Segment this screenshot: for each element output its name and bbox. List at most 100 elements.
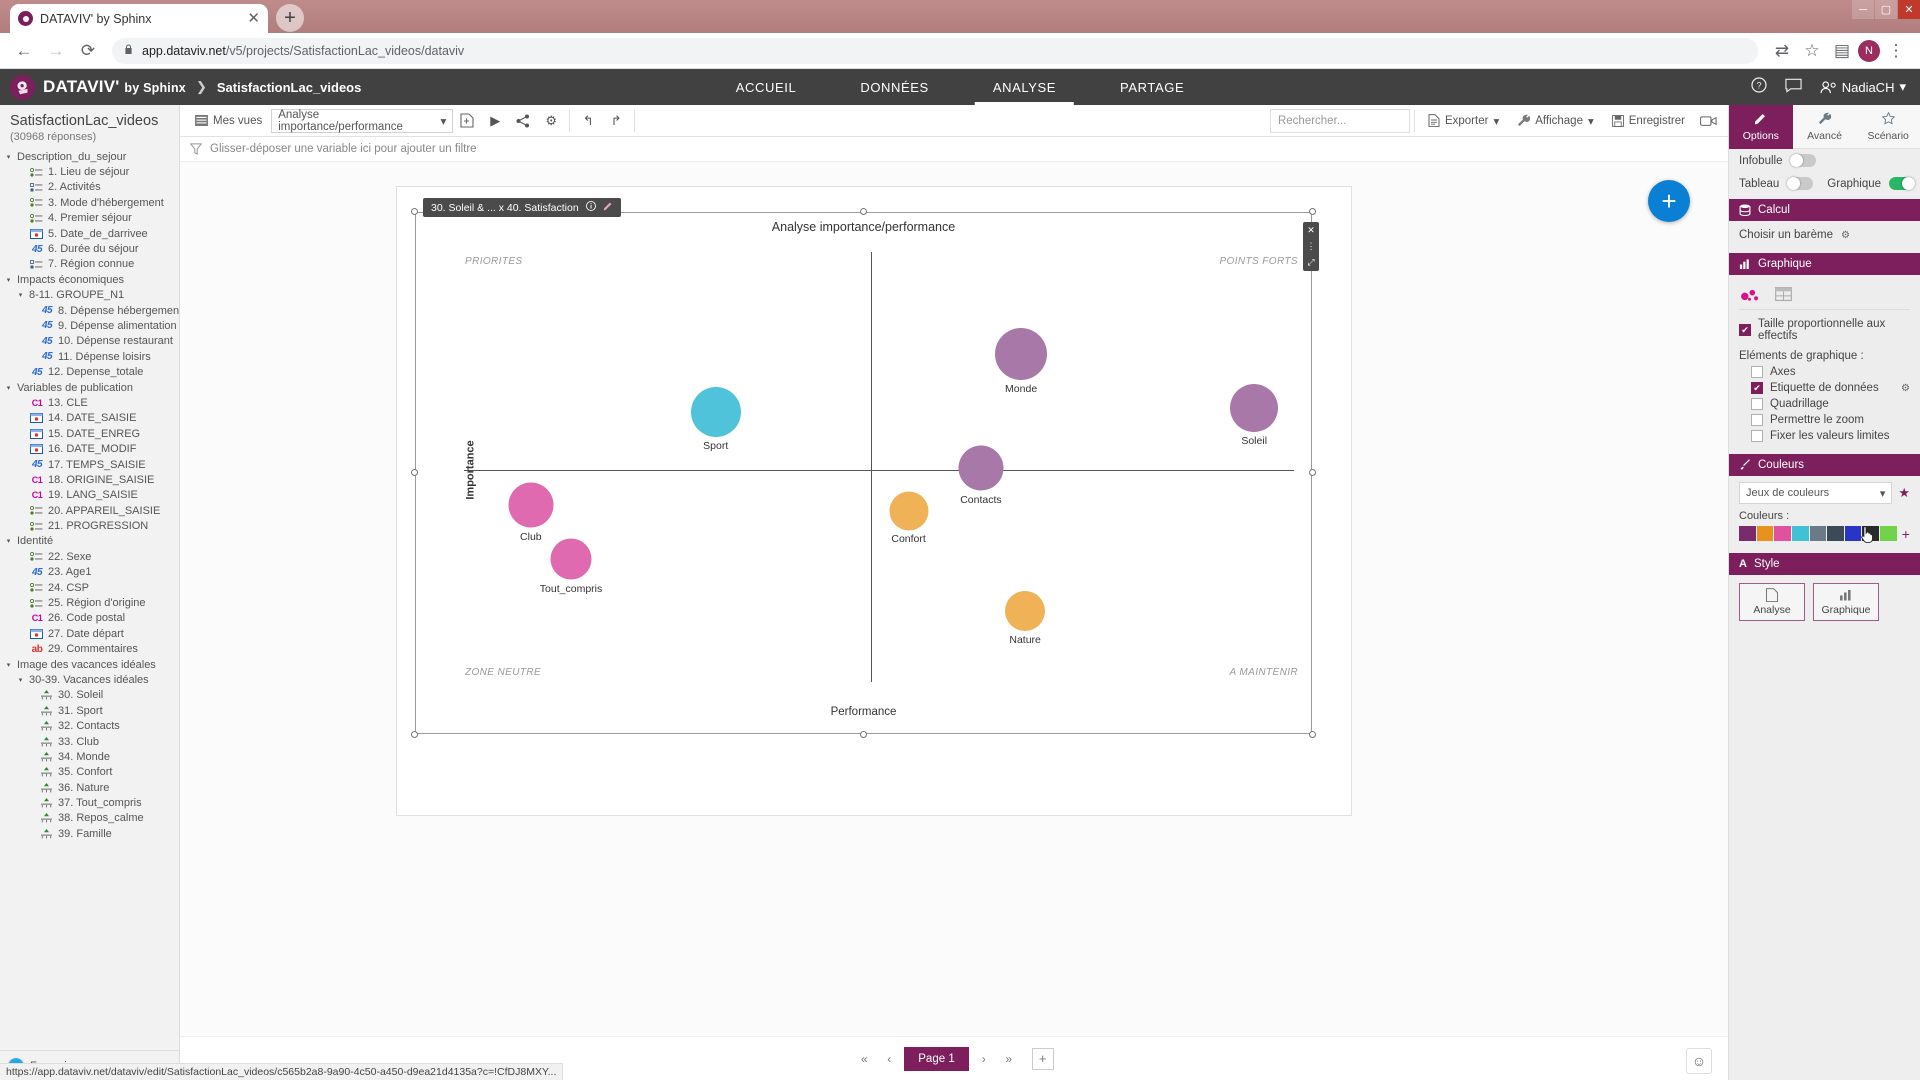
browser-tab[interactable]: DATAVIV' by Sphinx ✕ bbox=[10, 4, 268, 33]
video-icon[interactable] bbox=[1694, 109, 1722, 133]
color-swatch-7[interactable] bbox=[1862, 526, 1880, 541]
tree-variable[interactable]: 1. Lieu de séjour bbox=[0, 164, 179, 179]
color-set-select[interactable]: Jeux de couleurs ▾ bbox=[1739, 482, 1893, 504]
element-zoom-row[interactable]: Permettre le zoom bbox=[1739, 412, 1910, 428]
add-page-button[interactable]: + bbox=[1031, 1047, 1054, 1070]
bubble-nature[interactable] bbox=[1005, 591, 1046, 632]
resize-handle-tr[interactable] bbox=[1309, 208, 1316, 215]
tree-variable[interactable]: C1 18. ORIGINE_SAISIE bbox=[0, 472, 179, 487]
proportional-size-row[interactable]: ✔ Taille proportionnelle aux effectifs bbox=[1739, 316, 1910, 344]
redo-icon[interactable]: ↱ bbox=[602, 109, 630, 133]
close-icon[interactable]: ✕ bbox=[247, 11, 260, 26]
tree-variable[interactable]: ab 29. Commentaires bbox=[0, 642, 179, 657]
tree-variable[interactable]: 2. Activités bbox=[0, 180, 179, 195]
tree-variable[interactable]: 7. Région connue bbox=[0, 257, 179, 272]
search-input[interactable]: Rechercher... bbox=[1269, 108, 1410, 133]
tree-variable[interactable]: 34. Monde bbox=[0, 749, 179, 764]
tree-variable[interactable]: 45 9. Dépense alimentation bbox=[0, 318, 179, 333]
add-widget-fab[interactable]: + bbox=[1648, 180, 1690, 222]
section-graphique[interactable]: Graphique bbox=[1729, 253, 1920, 275]
infobulle-toggle[interactable] bbox=[1790, 154, 1817, 167]
tree-variable[interactable]: C1 13. CLE bbox=[0, 395, 179, 410]
tree-variable[interactable]: 20. APPAREIL_SAISIE bbox=[0, 503, 179, 518]
color-swatch-3[interactable] bbox=[1791, 526, 1809, 541]
bubble-sport[interactable] bbox=[690, 387, 741, 438]
play-button[interactable]: ▶ bbox=[481, 109, 509, 133]
resize-handle-t[interactable] bbox=[859, 208, 867, 215]
resize-handle-br[interactable] bbox=[1309, 731, 1316, 738]
expand-caret-icon[interactable]: ▾ bbox=[16, 291, 25, 299]
tree-group[interactable]: ▾ Impacts économiques bbox=[0, 272, 179, 287]
tree-group[interactable]: ▾ Variables de publication bbox=[0, 380, 179, 395]
chart-widget[interactable]: 30. Soleil & ... x 40. Satisfaction ✕ ⋮ … bbox=[411, 198, 1319, 738]
settings-gear-icon[interactable]: ⚙ bbox=[537, 109, 565, 133]
tree-variable[interactable]: 25. Région d'origine bbox=[0, 595, 179, 610]
tree-variable[interactable]: 21. PROGRESSION bbox=[0, 518, 179, 533]
share-icon[interactable] bbox=[509, 109, 537, 133]
profile-avatar[interactable]: N bbox=[1858, 39, 1880, 62]
app-logo[interactable]: DATAVIV' by Sphinx bbox=[0, 72, 186, 102]
style-analyse-button[interactable]: Analyse bbox=[1739, 583, 1805, 621]
color-swatch-2[interactable] bbox=[1774, 526, 1791, 541]
help-icon[interactable]: ? bbox=[1751, 77, 1767, 97]
table-view-icon[interactable] bbox=[1773, 285, 1793, 303]
tab-scenario[interactable]: Scénario bbox=[1856, 105, 1920, 149]
tree-group[interactable]: ▾ 8-11. GROUPE_N1 bbox=[0, 288, 179, 303]
color-swatch-6[interactable] bbox=[1844, 526, 1862, 541]
export-button[interactable]: Exporter ▾ bbox=[1419, 109, 1508, 133]
tree-group[interactable]: ▾ 30-39. Vacances idéales bbox=[0, 672, 179, 687]
style-graphique-button[interactable]: Graphique bbox=[1813, 583, 1879, 621]
resize-handle-r[interactable] bbox=[1309, 469, 1316, 476]
axes-checkbox[interactable] bbox=[1751, 366, 1763, 378]
edit-pencil-icon[interactable] bbox=[603, 201, 613, 214]
bubble-soleil[interactable] bbox=[1230, 384, 1279, 433]
chat-icon[interactable] bbox=[1785, 78, 1802, 97]
tree-variable[interactable]: 32. Contacts bbox=[0, 718, 179, 733]
resize-handle-b[interactable] bbox=[859, 731, 867, 738]
display-button[interactable]: Affichage ▾ bbox=[1508, 109, 1603, 133]
color-swatch-5[interactable] bbox=[1827, 526, 1844, 541]
info-icon[interactable] bbox=[585, 201, 596, 214]
tab-avance[interactable]: Avancé bbox=[1792, 105, 1857, 149]
tree-variable[interactable]: 24. CSP bbox=[0, 580, 179, 595]
nav-accueil[interactable]: ACCUEIL bbox=[704, 69, 829, 105]
resize-handle-bl[interactable] bbox=[411, 731, 418, 738]
section-style[interactable]: A Style bbox=[1729, 553, 1920, 575]
bookmark-star-icon[interactable]: ☆ bbox=[1798, 37, 1826, 65]
expand-caret-icon[interactable]: ▾ bbox=[4, 153, 13, 161]
save-button[interactable]: Enregistrer bbox=[1603, 109, 1694, 133]
bubble-club[interactable] bbox=[508, 482, 554, 528]
tree-variable[interactable]: 45 23. Age1 bbox=[0, 565, 179, 580]
tableau-toggle[interactable] bbox=[1787, 177, 1814, 190]
last-page-button[interactable]: » bbox=[999, 1048, 1019, 1070]
maximize-icon[interactable]: ▢ bbox=[1875, 0, 1897, 19]
widget-close-icon[interactable]: ✕ bbox=[1307, 226, 1315, 235]
widget-more-icon[interactable]: ⋮ bbox=[1307, 242, 1316, 251]
expand-caret-icon[interactable]: ▾ bbox=[4, 384, 13, 392]
limits-checkbox[interactable] bbox=[1751, 430, 1763, 442]
minimize-icon[interactable]: ─ bbox=[1852, 0, 1874, 19]
bubble-contacts[interactable] bbox=[958, 445, 1004, 491]
tree-variable[interactable]: C1 26. Code postal bbox=[0, 611, 179, 626]
bareme-row[interactable]: Choisir un barème ⚙ bbox=[1739, 227, 1910, 243]
tree-variable[interactable]: 31. Sport bbox=[0, 703, 179, 718]
element-grid-row[interactable]: Quadrillage bbox=[1739, 396, 1910, 412]
tree-variable[interactable]: 16. DATE_MODIF bbox=[0, 441, 179, 456]
prev-page-button[interactable]: ‹ bbox=[879, 1048, 899, 1070]
extensions-icon[interactable]: ▤ bbox=[1828, 37, 1856, 65]
data-labels-gear-icon[interactable]: ⚙ bbox=[1901, 383, 1910, 394]
add-analysis-button[interactable] bbox=[453, 109, 481, 133]
element-limits-row[interactable]: Fixer les valeurs limites bbox=[1739, 428, 1910, 444]
element-labels-row[interactable]: ✔ Etiquette de données ⚙ bbox=[1739, 380, 1910, 396]
undo-icon[interactable]: ↰ bbox=[574, 109, 602, 133]
section-couleurs[interactable]: Couleurs bbox=[1729, 454, 1920, 476]
tree-variable[interactable]: 39. Famille bbox=[0, 826, 179, 841]
color-swatch-0[interactable] bbox=[1739, 526, 1756, 541]
section-calcul[interactable]: Calcul bbox=[1729, 199, 1920, 221]
tree-variable[interactable]: 33. Club bbox=[0, 734, 179, 749]
tree-group[interactable]: ▾ Image des vacances idéales bbox=[0, 657, 179, 672]
window-close-icon[interactable]: ✕ bbox=[1898, 0, 1920, 19]
tree-variable[interactable]: 38. Repos_calme bbox=[0, 811, 179, 826]
my-views-button[interactable]: Mes vues bbox=[186, 109, 271, 133]
add-color-button[interactable]: + bbox=[1902, 527, 1910, 541]
